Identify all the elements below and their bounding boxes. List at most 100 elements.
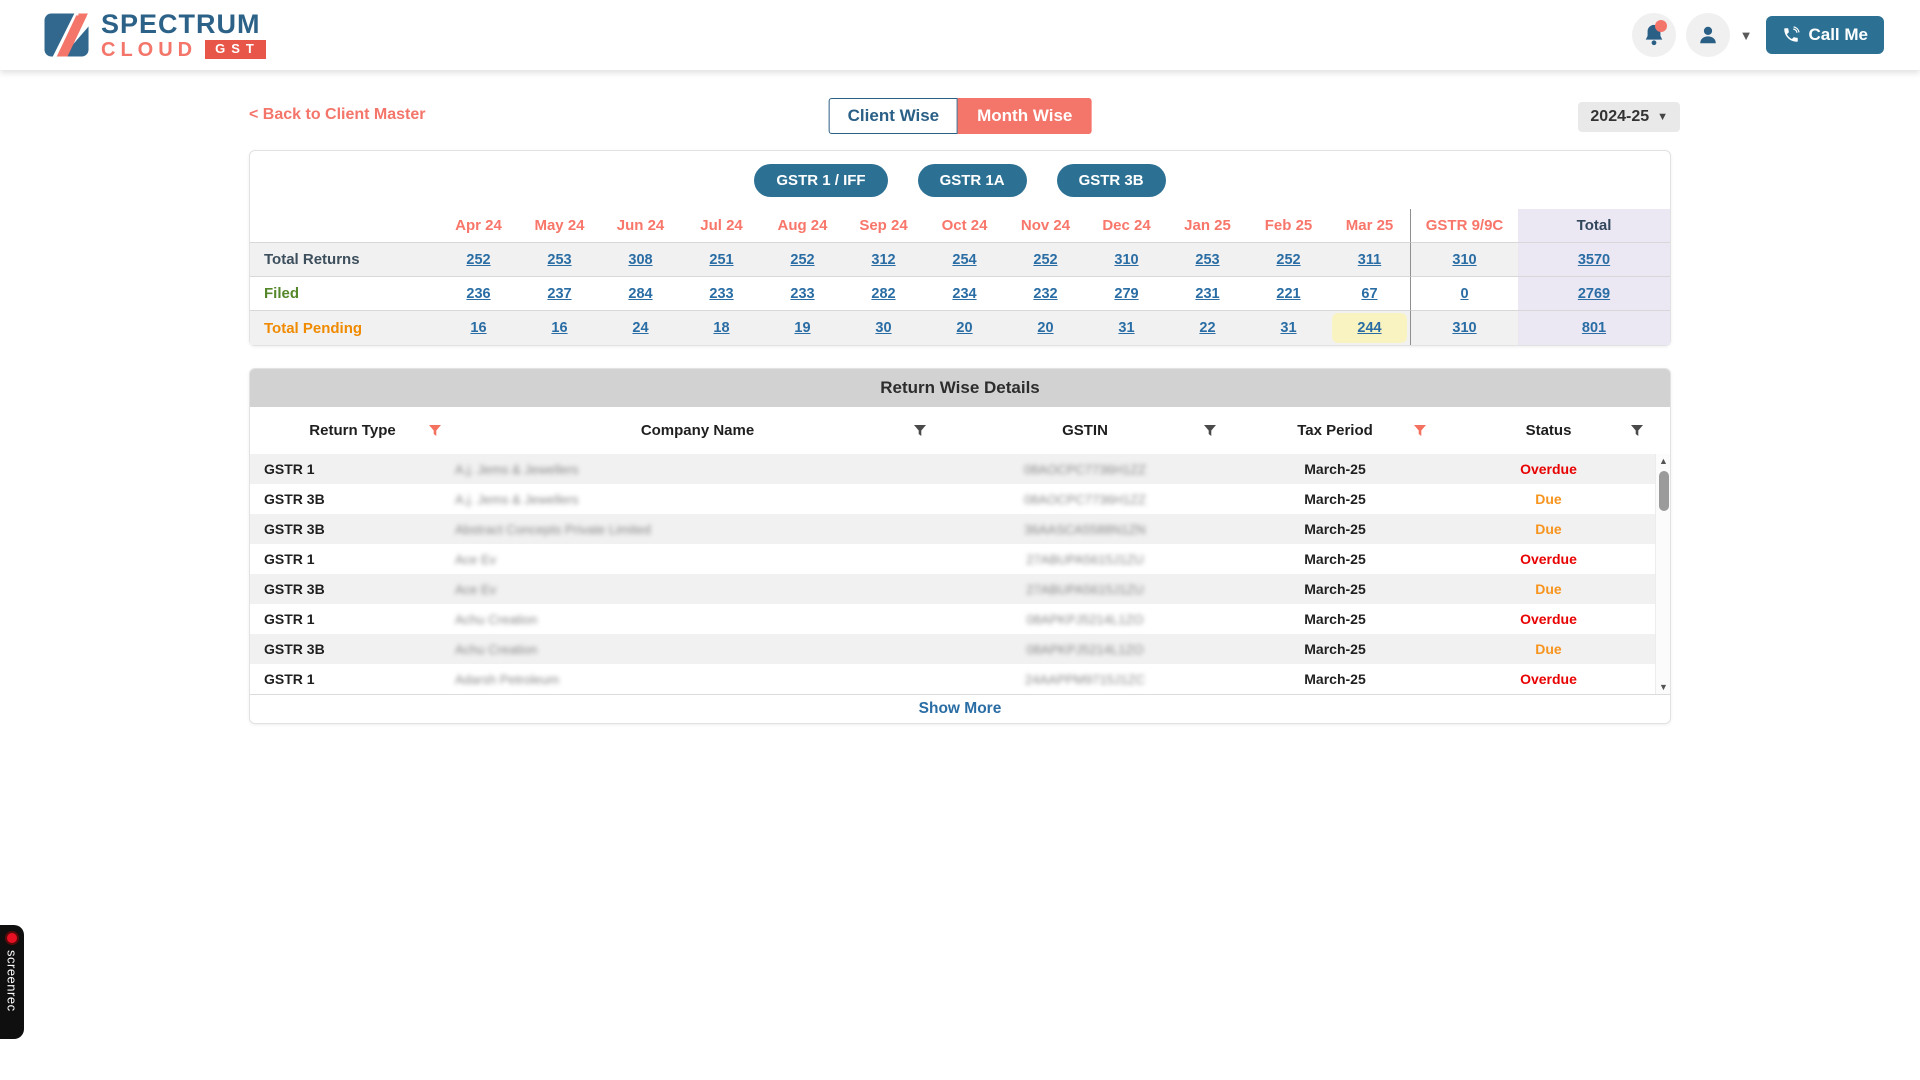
summary-value-link[interactable]: 282 — [871, 286, 895, 302]
summary-value-link[interactable]: 253 — [547, 252, 571, 268]
cell-company-name: Adarsh Petroleum — [455, 664, 940, 694]
filter-icon[interactable] — [429, 425, 441, 437]
logo-gst-badge: GST — [205, 40, 266, 58]
summary-col-header: Feb 25 — [1248, 209, 1329, 243]
summary-value-link[interactable]: 311 — [1358, 252, 1381, 268]
user-menu-caret-icon[interactable]: ▼ — [1740, 28, 1753, 43]
summary-value-link[interactable]: 284 — [628, 286, 652, 302]
summary-value-link[interactable]: 67 — [1361, 286, 1377, 302]
summary-value-link[interactable]: 16 — [470, 320, 486, 336]
vertical-scrollbar[interactable]: ▲▼ — [1655, 454, 1670, 694]
table-row: GSTR 3BAchu Creation08APKPJ5214L1ZOMarch… — [250, 634, 1670, 664]
summary-value-link[interactable]: 252 — [790, 252, 814, 268]
summary-value-link[interactable]: 232 — [1033, 286, 1057, 302]
notifications-button[interactable] — [1632, 13, 1676, 57]
cell-gstin: 24AAPPM9715J1ZC — [940, 664, 1230, 694]
summary-value-link[interactable]: 254 — [952, 252, 976, 268]
cell-gstin: 08AOCPC7736H1ZZ — [940, 454, 1230, 484]
call-me-button[interactable]: Call Me — [1766, 16, 1884, 54]
summary-value-link[interactable]: 244 — [1357, 320, 1381, 336]
details-table-body: GSTR 1A.j. Jems & Jewellers08AOCPC7736H1… — [250, 454, 1670, 694]
tab-month-wise[interactable]: Month Wise — [958, 98, 1091, 134]
summary-value-link[interactable]: 221 — [1276, 286, 1300, 302]
filter-icon[interactable] — [1204, 425, 1216, 437]
summary-value-link[interactable]: 16 — [551, 320, 567, 336]
gstr-3b-button[interactable]: GSTR 3B — [1057, 164, 1166, 197]
summary-value-link[interactable]: 252 — [1033, 252, 1057, 268]
financial-year-select[interactable]: 2024-25 ▼ — [1578, 102, 1680, 132]
summary-value-link[interactable]: 19 — [794, 320, 810, 336]
cell-tax-period: March-25 — [1230, 574, 1440, 604]
summary-value-link[interactable]: 310 — [1452, 320, 1476, 336]
summary-value-cell: 22 — [1167, 311, 1248, 345]
scrollbar-thumb[interactable] — [1659, 471, 1669, 511]
summary-value-link[interactable]: 253 — [1195, 252, 1219, 268]
summary-value-link[interactable]: 312 — [871, 252, 895, 268]
cell-company-name: Ace Ev — [455, 574, 940, 604]
summary-value-link[interactable]: 236 — [466, 286, 490, 302]
summary-value-link[interactable]: 24 — [632, 320, 648, 336]
summary-value-link[interactable]: 20 — [1037, 320, 1053, 336]
summary-value-cell: 19 — [762, 311, 843, 345]
summary-value-link[interactable]: 251 — [709, 252, 733, 268]
cell-status: Due — [1440, 574, 1657, 604]
scroll-down-icon[interactable]: ▼ — [1656, 680, 1671, 694]
summary-value-link[interactable]: 31 — [1118, 320, 1134, 336]
screenrec-widget[interactable]: screenrec — [0, 925, 24, 1039]
summary-value-link[interactable]: 30 — [875, 320, 891, 336]
summary-value-cell: 234 — [924, 277, 1005, 311]
summary-corner-cell — [250, 209, 438, 243]
cell-gstin: 27ABUPA5615J1ZU — [940, 544, 1230, 574]
summary-value-link[interactable]: 18 — [713, 320, 729, 336]
details-col-gstin: GSTIN — [940, 407, 1230, 454]
user-menu-button[interactable] — [1686, 13, 1730, 57]
cell-company-name: Achu Creation — [455, 634, 940, 664]
summary-value-link[interactable]: 310 — [1452, 252, 1476, 268]
logo-title: SPECTRUM — [101, 11, 266, 38]
summary-value-cell: 20 — [924, 311, 1005, 345]
summary-value-link[interactable]: 801 — [1582, 320, 1606, 336]
cell-status: Due — [1440, 484, 1657, 514]
filter-icon[interactable] — [1631, 425, 1643, 437]
back-to-client-master-link[interactable]: < Back to Client Master — [249, 106, 426, 124]
summary-value-link[interactable]: 233 — [709, 286, 733, 302]
summary-value-cell: 252 — [1005, 243, 1086, 277]
scroll-up-icon[interactable]: ▲ — [1656, 454, 1671, 468]
phone-icon — [1782, 26, 1800, 44]
summary-value-link[interactable]: 237 — [547, 286, 571, 302]
summary-value-link[interactable]: 308 — [628, 252, 652, 268]
app-logo[interactable]: SPECTRUM CLOUD GST — [44, 11, 266, 60]
summary-value-link[interactable]: 231 — [1195, 286, 1219, 302]
summary-value-cell: 2769 — [1518, 277, 1670, 311]
summary-value-cell: 221 — [1248, 277, 1329, 311]
summary-col-header: Jan 25 — [1167, 209, 1248, 243]
details-col-status: Status — [1440, 407, 1657, 454]
summary-value-link[interactable]: 310 — [1114, 252, 1138, 268]
summary-value-link[interactable]: 234 — [952, 286, 976, 302]
summary-value-link[interactable]: 20 — [956, 320, 972, 336]
summary-value-link[interactable]: 279 — [1114, 286, 1138, 302]
return-wise-details-card: Return Wise Details Return TypeCompany N… — [249, 368, 1671, 724]
tab-client-wise[interactable]: Client Wise — [829, 98, 958, 134]
gstr-1a-button[interactable]: GSTR 1A — [918, 164, 1027, 197]
summary-value-link[interactable]: 2769 — [1578, 286, 1610, 302]
filter-icon[interactable] — [914, 425, 926, 437]
gstr-1-iff-button[interactable]: GSTR 1 / IFF — [754, 164, 887, 197]
summary-value-link[interactable]: 22 — [1199, 320, 1215, 336]
summary-value-link[interactable]: 31 — [1280, 320, 1296, 336]
summary-value-cell: 18 — [681, 311, 762, 345]
details-col-label: Company Name — [641, 422, 754, 439]
logo-icon — [44, 12, 91, 58]
summary-value-link[interactable]: 3570 — [1578, 252, 1610, 268]
summary-col-header: Apr 24 — [438, 209, 519, 243]
cell-return-type: GSTR 1 — [250, 544, 455, 574]
filter-icon[interactable] — [1414, 425, 1426, 437]
summary-value-link[interactable]: 0 — [1460, 286, 1468, 302]
summary-value-link[interactable]: 233 — [790, 286, 814, 302]
user-icon — [1697, 24, 1719, 46]
show-more-link[interactable]: Show More — [919, 700, 1002, 718]
summary-value-link[interactable]: 252 — [466, 252, 490, 268]
summary-value-link[interactable]: 252 — [1276, 252, 1300, 268]
summary-value-cell: 232 — [1005, 277, 1086, 311]
summary-col-header: GSTR 9/9C — [1410, 209, 1518, 243]
